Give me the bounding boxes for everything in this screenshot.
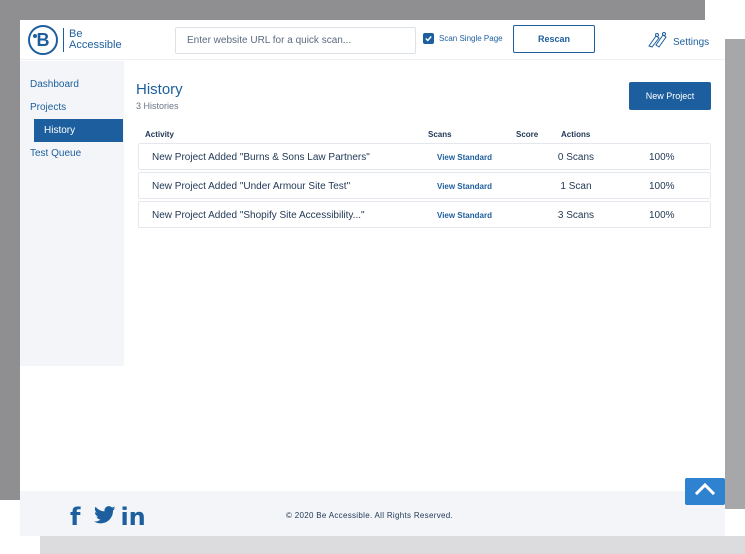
copyright-text: © 2020 Be Accessible. All Rights Reserve…: [286, 511, 454, 520]
sidebar-item-test-queue[interactable]: Test Queue: [20, 142, 124, 165]
settings-label: Settings: [673, 37, 710, 48]
sidebar-item-projects[interactable]: Projects: [20, 96, 124, 119]
new-project-button[interactable]: New Project: [629, 82, 711, 110]
table-row[interactable]: New Project Added "Burns & Sons Law Part…: [138, 143, 711, 170]
page-title: History: [136, 81, 183, 98]
settings-link[interactable]: Settings: [647, 32, 709, 53]
sidebar-item-history[interactable]: History: [34, 119, 123, 142]
row-score: 100%: [649, 152, 675, 163]
scan-single-page-toggle[interactable]: Scan Single Page: [423, 33, 503, 44]
history-count: 3 Histories: [136, 101, 179, 111]
logo-divider: [63, 28, 64, 52]
logo[interactable]: B Be Accessible: [28, 25, 122, 55]
view-standard-link[interactable]: View Standard: [437, 153, 492, 162]
rescan-button[interactable]: Rescan: [513, 25, 595, 53]
sidebar-item-dashboard[interactable]: Dashboard: [20, 73, 124, 96]
row-activity: New Project Added "Burns & Sons Law Part…: [152, 152, 370, 163]
row-score: 100%: [649, 210, 675, 221]
logo-mark-icon: B: [28, 25, 58, 55]
row-activity: New Project Added "Shopify Site Accessib…: [152, 210, 365, 221]
logo-text-line2: Accessible: [69, 39, 122, 51]
view-standard-link[interactable]: View Standard: [437, 211, 492, 220]
sidebar: Dashboard Projects History Test Queue: [20, 61, 124, 366]
checkbox-checked-icon[interactable]: [423, 33, 434, 44]
social-links: f in: [70, 503, 146, 531]
footer: f in © 2020 Be Accessible. All Rights Re…: [20, 491, 725, 536]
column-header-actions: Actions: [561, 130, 591, 139]
row-score: 100%: [649, 181, 675, 192]
row-activity: New Project Added "Under Armour Site Tes…: [152, 181, 351, 192]
chevron-up-icon: [694, 482, 716, 501]
twitter-icon[interactable]: [94, 506, 116, 528]
top-bar: B Be Accessible Scan Single Page Rescan: [20, 20, 725, 60]
table-row[interactable]: New Project Added "Under Armour Site Tes…: [138, 172, 711, 199]
scan-single-page-label: Scan Single Page: [439, 34, 503, 43]
settings-icon: [647, 32, 669, 53]
column-header-score: Score: [516, 130, 539, 139]
row-scans: 1 Scan: [560, 181, 592, 192]
linkedin-icon[interactable]: in: [120, 503, 145, 531]
column-header-activity: Activity: [145, 130, 174, 139]
table-row[interactable]: New Project Added "Shopify Site Accessib…: [138, 201, 711, 228]
row-scans: 3 Scans: [557, 210, 595, 221]
scroll-to-top-button[interactable]: [685, 478, 725, 505]
background-backdrop-bottom: [40, 536, 745, 554]
logo-letter: B: [36, 29, 50, 50]
facebook-icon[interactable]: f: [70, 503, 80, 531]
row-scans: 0 Scans: [557, 152, 595, 163]
column-header-scans: Scans: [428, 130, 452, 139]
view-standard-link[interactable]: View Standard: [437, 182, 492, 191]
app-window: B Be Accessible Scan Single Page Rescan: [20, 20, 725, 536]
url-input[interactable]: [175, 27, 416, 54]
logo-text: Be Accessible: [69, 29, 122, 51]
